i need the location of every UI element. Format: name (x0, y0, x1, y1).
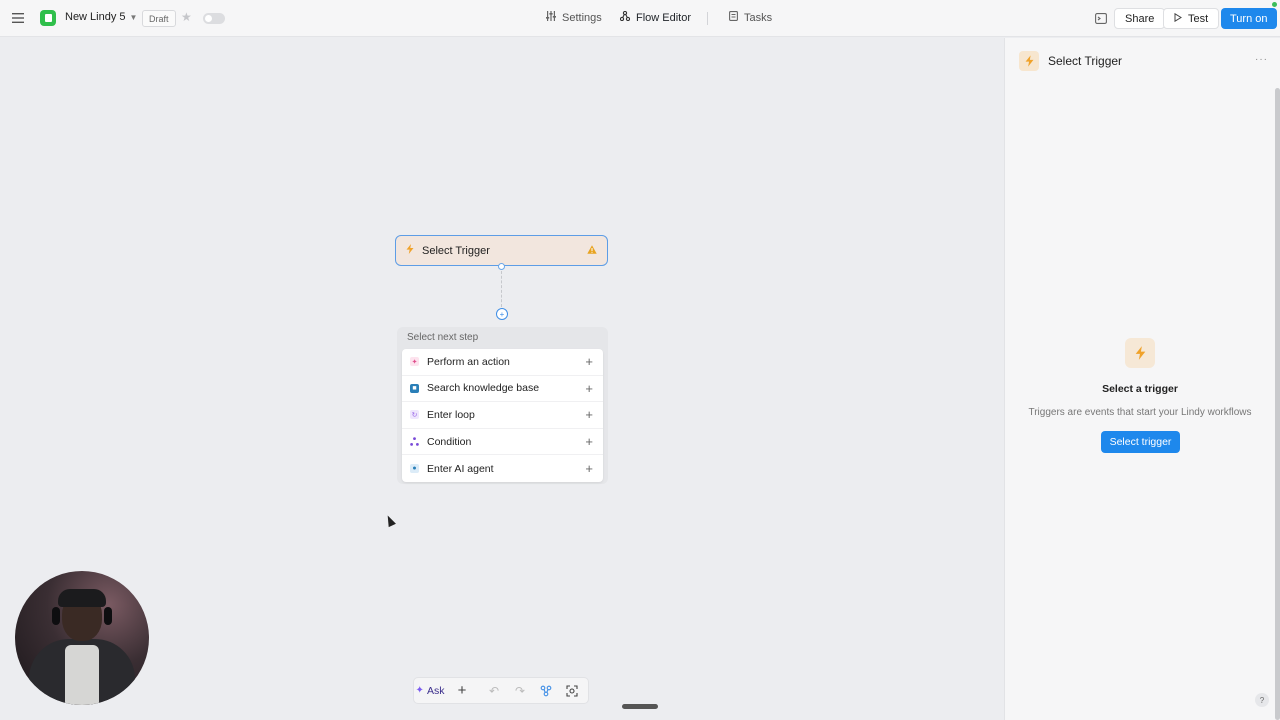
step-option-perform-action[interactable]: ✦ Perform an action + (402, 349, 603, 376)
step-option-label: Enter AI agent (427, 462, 494, 475)
app-name-dropdown[interactable]: New Lindy 5 ▼ (65, 11, 137, 23)
tab-tasks-label: Tasks (744, 11, 773, 24)
canvas-toolbar: ✦ Ask + ↶ ↷ (413, 677, 589, 704)
nav-divider (707, 12, 708, 25)
chat-panel-icon[interactable] (1093, 10, 1109, 26)
step-option-label: Search knowledge base (427, 382, 540, 395)
right-panel: Select Trigger ··· Select a trigger Trig… (1004, 38, 1280, 720)
undo-icon[interactable]: ↶ (482, 680, 506, 701)
node-output-handle[interactable] (498, 263, 505, 270)
test-button[interactable]: Test (1163, 8, 1220, 29)
empty-state-description: Triggers are events that start your Lind… (1028, 407, 1252, 418)
share-button[interactable]: Share (1114, 8, 1166, 29)
step-option-enter-ai-agent[interactable]: ● Enter AI agent + (402, 455, 603, 482)
step-option-label: Perform an action (427, 355, 510, 368)
plus-icon[interactable]: + (585, 355, 593, 368)
edge-connector (501, 271, 502, 307)
step-option-label: Enter loop (427, 408, 475, 421)
top-bar: New Lindy 5 ▼ Draft ★ Settings Flow Edit… (0, 0, 1280, 37)
ask-button[interactable]: ✦ Ask (415, 680, 445, 701)
headphone-left (52, 607, 60, 625)
condition-icon (410, 437, 419, 446)
draft-badge: Draft (142, 10, 176, 27)
app-logo-icon (40, 10, 56, 26)
trigger-node-label: Select Trigger (422, 244, 490, 257)
plus-icon[interactable]: + (585, 462, 593, 475)
document-icon (729, 11, 738, 24)
tab-tasks[interactable]: Tasks (729, 11, 772, 24)
panel-scrollbar[interactable] (1275, 88, 1280, 720)
help-icon[interactable]: ? (1255, 693, 1269, 707)
lightning-icon (1019, 51, 1039, 71)
chevron-down-icon: ▼ (129, 12, 138, 22)
turn-on-button[interactable]: Turn on (1221, 8, 1277, 29)
tab-settings[interactable]: Settings (546, 11, 602, 24)
share-button-label: Share (1125, 12, 1155, 25)
next-step-panel: Select next step ✦ Perform an action + ■… (397, 327, 608, 484)
add-icon[interactable]: + (450, 680, 474, 701)
step-option-search-knowledge-base[interactable]: ■ Search knowledge base + (402, 376, 603, 403)
next-step-title: Select next step (407, 332, 479, 343)
more-options-icon[interactable]: ··· (1255, 54, 1268, 65)
scroll-indicator[interactable] (622, 704, 658, 709)
panel-title: Select Trigger (1048, 54, 1123, 68)
tab-settings-label: Settings (562, 11, 602, 24)
tab-flow-editor[interactable]: Flow Editor (619, 10, 692, 24)
status-dot (1272, 2, 1277, 7)
lightning-icon (406, 244, 414, 257)
enable-toggle[interactable] (203, 13, 225, 24)
star-icon[interactable]: ★ (181, 10, 192, 24)
app-name: New Lindy 5 (65, 11, 126, 23)
redo-icon[interactable]: ↷ (508, 680, 532, 701)
tab-flow-editor-label: Flow Editor (636, 11, 692, 24)
panel-header: Select Trigger (1019, 51, 1122, 71)
loop-icon: ↻ (410, 410, 419, 420)
next-step-list: ✦ Perform an action + ■ Search knowledge… (402, 349, 603, 482)
step-option-condition[interactable]: Condition + (402, 429, 603, 456)
action-icon: ✦ (410, 357, 419, 367)
sparkle-icon: ✦ (415, 685, 424, 696)
play-icon (1174, 12, 1182, 25)
ask-button-label: Ask (426, 684, 445, 697)
warning-icon (587, 244, 597, 257)
add-step-icon[interactable]: + (496, 308, 508, 320)
test-button-label: Test (1188, 12, 1209, 25)
sliders-icon (546, 11, 556, 24)
plus-icon[interactable]: + (585, 408, 593, 421)
person-cap (58, 589, 106, 607)
turn-on-button-label: Turn on (1230, 12, 1268, 25)
step-option-label: Condition (427, 435, 472, 448)
select-trigger-button[interactable]: Select trigger (1101, 431, 1180, 453)
auto-layout-icon[interactable] (534, 680, 558, 701)
plus-icon[interactable]: + (585, 382, 593, 395)
empty-state-title: Select a trigger (1102, 383, 1178, 395)
ai-agent-icon: ● (410, 464, 419, 474)
step-option-enter-loop[interactable]: ↻ Enter loop + (402, 402, 603, 429)
trigger-node[interactable]: Select Trigger (395, 235, 608, 266)
flow-icon (619, 10, 631, 24)
webcam-overlay (15, 571, 149, 705)
headphone-right (104, 607, 112, 625)
fit-view-icon[interactable] (560, 680, 584, 701)
menu-icon[interactable] (8, 8, 28, 28)
plus-icon[interactable]: + (585, 435, 593, 448)
knowledge-base-icon: ■ (410, 383, 419, 393)
person-shirt (65, 645, 99, 705)
lightning-icon (1125, 338, 1155, 368)
select-trigger-button-label: Select trigger (1109, 436, 1172, 448)
